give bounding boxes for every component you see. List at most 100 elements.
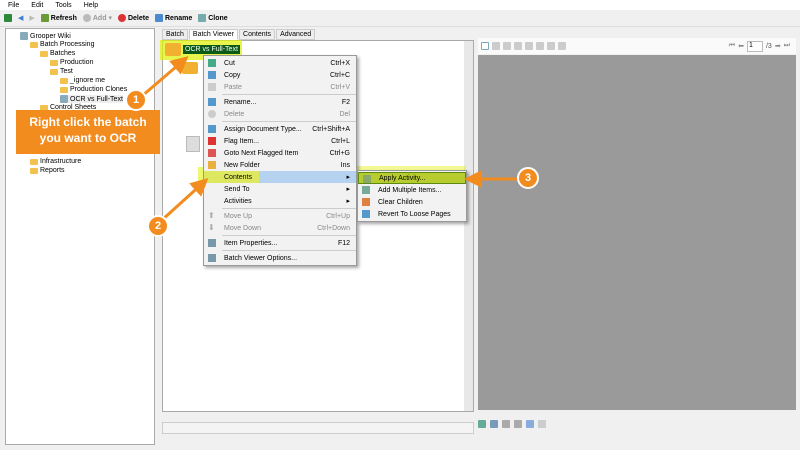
crop-icon[interactable] xyxy=(514,420,522,428)
status-bar xyxy=(162,422,474,434)
add-items-icon xyxy=(362,186,370,194)
pages-icon xyxy=(362,210,370,218)
document-icon xyxy=(186,136,200,152)
rename-icon xyxy=(208,98,216,106)
refresh-button[interactable]: Refresh xyxy=(40,14,77,22)
delete-button[interactable]: Delete xyxy=(117,14,149,22)
menu-item-contents[interactable]: Contents ▸ xyxy=(204,171,356,183)
document-type-icon xyxy=(208,125,216,133)
rename-icon xyxy=(155,14,163,22)
rotate-icon[interactable] xyxy=(536,42,544,50)
undo-icon[interactable] xyxy=(538,420,546,428)
menu-file[interactable]: File xyxy=(8,2,19,9)
menu-item-goto-next-flagged[interactable]: Goto Next Flagged Item Ctrl+G xyxy=(204,147,356,159)
properties-icon xyxy=(208,239,216,247)
menu-edit[interactable]: Edit xyxy=(31,2,43,9)
folder-icon xyxy=(30,158,38,165)
tree-item[interactable]: Infrastructure xyxy=(30,158,81,165)
menu-item-assign-document-type[interactable]: Assign Document Type... Ctrl+Shift+A xyxy=(204,123,356,135)
menu-item-activities[interactable]: Activities ▸ xyxy=(204,195,356,207)
zoom-in-icon[interactable] xyxy=(514,42,522,50)
contents-submenu: Apply Activity... Add Multiple Items... … xyxy=(357,170,467,222)
menu-item-revert-loose-pages[interactable]: Revert To Loose Pages xyxy=(358,208,466,220)
tree-item[interactable]: Reports xyxy=(30,167,65,174)
menu-item-send-to[interactable]: Send To ▸ xyxy=(204,183,356,195)
menu-item-rename[interactable]: Rename... F2 xyxy=(204,96,356,108)
menu-item-cut[interactable]: Cut Ctrl+X xyxy=(204,57,356,69)
first-page-icon[interactable]: ⏮ xyxy=(729,42,735,50)
divider xyxy=(222,235,356,236)
menu-item-move-up[interactable]: ⬆ Move Up Ctrl+Up xyxy=(204,210,356,222)
tree-item[interactable]: Batches xyxy=(40,50,75,57)
clone-button[interactable]: Clone xyxy=(198,14,228,22)
tree-item[interactable]: Production xyxy=(50,59,93,66)
next-page-icon[interactable]: ➡ xyxy=(775,42,781,50)
new-folder-icon xyxy=(208,161,216,169)
menu-item-item-properties[interactable]: Item Properties... F12 xyxy=(204,237,356,249)
divider xyxy=(222,208,356,209)
context-menu: Cut Ctrl+X Copy Ctrl+C Paste Ctrl+V Rename.… xyxy=(203,55,357,266)
menu-item-copy[interactable]: Copy Ctrl+C xyxy=(204,69,356,81)
menu-item-delete[interactable]: Delete Del xyxy=(204,108,356,120)
copy-icon xyxy=(208,71,216,79)
add-button[interactable]: Add ▾ xyxy=(82,14,112,22)
select-icon[interactable] xyxy=(503,42,511,50)
pointer-icon[interactable] xyxy=(481,42,489,50)
home-icon[interactable] xyxy=(4,14,12,22)
menu-help[interactable]: Help xyxy=(84,2,98,9)
menu-item-clear-children[interactable]: Clear Children xyxy=(358,196,466,208)
menu-item-batch-viewer-options[interactable]: Batch Viewer Options... xyxy=(204,252,356,264)
image-icon[interactable] xyxy=(490,420,498,428)
clear-icon xyxy=(362,198,370,206)
back-icon[interactable]: ◀ xyxy=(18,14,23,22)
tree-item-selected[interactable]: OCR vs Full-Text xyxy=(60,95,123,103)
pan-icon[interactable] xyxy=(492,42,500,50)
menu-bar: File Edit Tools Help xyxy=(0,0,800,10)
text-icon[interactable] xyxy=(502,420,510,428)
step-badge-2: 2 xyxy=(147,215,169,237)
delete-icon xyxy=(117,14,126,22)
folder-icon xyxy=(50,59,58,66)
arrow-down-icon: ⬇ xyxy=(208,223,215,232)
folder-icon xyxy=(60,77,68,84)
paste-icon xyxy=(208,83,216,91)
scrollbar[interactable] xyxy=(464,41,473,411)
menu-tools[interactable]: Tools xyxy=(55,2,71,9)
tree-item[interactable]: Test xyxy=(50,68,73,75)
step-badge-3: 3 xyxy=(517,167,539,189)
folder-icon xyxy=(40,50,48,57)
refresh-icon[interactable] xyxy=(526,420,534,428)
rename-button[interactable]: Rename xyxy=(155,14,192,22)
batch-node[interactable]: OCR vs Full-Text xyxy=(183,45,240,54)
tab-batch-viewer[interactable]: Batch Viewer xyxy=(188,29,239,40)
forward-icon[interactable]: ▶ xyxy=(29,14,34,22)
divider xyxy=(222,250,356,251)
folder-icon xyxy=(30,167,38,174)
folder-icon xyxy=(182,62,198,74)
zoom-out-icon[interactable] xyxy=(525,42,533,50)
tree-item[interactable]: Production Clones xyxy=(60,86,127,93)
tree-item[interactable]: Batch Processing xyxy=(30,41,94,48)
page-input[interactable]: 1 xyxy=(746,40,763,52)
tree-item[interactable]: _ignore me xyxy=(60,77,105,84)
arrow-up-icon: ⬆ xyxy=(208,211,215,220)
prev-page-icon[interactable]: ⬅ xyxy=(738,42,744,50)
submenu-arrow-icon: ▸ xyxy=(346,174,350,181)
thumbnail-icon[interactable] xyxy=(478,420,486,428)
menu-item-paste[interactable]: Paste Ctrl+V xyxy=(204,81,356,93)
menu-item-add-multiple-items[interactable]: Add Multiple Items... xyxy=(358,184,466,196)
last-page-icon[interactable]: ⏭ xyxy=(784,42,790,50)
menu-item-apply-activity[interactable]: Apply Activity... xyxy=(358,172,466,184)
step-badge-1: 1 xyxy=(125,89,147,111)
page-total: /3 xyxy=(765,42,772,50)
viewer-bottom-toolbar xyxy=(478,420,546,428)
print-icon[interactable] xyxy=(547,42,555,50)
tab-advanced[interactable]: Advanced xyxy=(276,29,316,40)
tab-batch[interactable]: Batch xyxy=(162,29,188,40)
menu-item-move-down[interactable]: ⬇ Move Down Ctrl+Down xyxy=(204,222,356,234)
tab-contents[interactable]: Contents xyxy=(239,29,276,40)
menu-item-new-folder[interactable]: New Folder Ins xyxy=(204,159,356,171)
menu-item-flag-item[interactable]: Flag Item... Ctrl+L xyxy=(204,135,356,147)
save-icon[interactable] xyxy=(558,42,566,50)
tree-item[interactable]: Grooper Wiki xyxy=(20,32,71,40)
